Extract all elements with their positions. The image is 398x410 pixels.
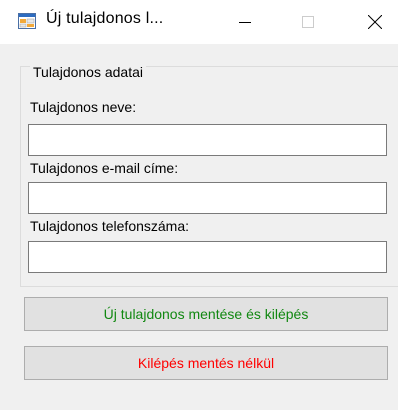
maximize-icon [302, 16, 314, 28]
save-and-exit-button[interactable]: Új tulajdonos mentése és kilépés [24, 297, 388, 331]
window-title: Új tulajdonos l... [46, 10, 164, 27]
close-icon [368, 15, 382, 29]
title-bar[interactable]: Új tulajdonos l... [0, 0, 398, 44]
owner-name-label: Tulajdonos neve: [30, 99, 137, 115]
exit-without-saving-button[interactable]: Kilépés mentés nélkül [24, 346, 388, 380]
form-app-icon [18, 13, 36, 29]
owner-email-label: Tulajdonos e-mail címe: [30, 160, 179, 176]
owner-email-input[interactable] [28, 182, 387, 214]
owner-phone-label: Tulajdonos telefonszáma: [30, 218, 190, 234]
minimize-button[interactable] [222, 0, 268, 44]
owner-phone-input[interactable] [28, 241, 387, 273]
new-owner-window: Új tulajdonos l... Tulajdonos adatai Tul… [0, 0, 398, 410]
groupbox-title: Tulajdonos adatai [30, 64, 147, 80]
close-button[interactable] [352, 0, 398, 44]
minimize-icon [239, 22, 251, 23]
owner-name-input[interactable] [28, 124, 387, 156]
maximize-button[interactable] [285, 0, 331, 44]
